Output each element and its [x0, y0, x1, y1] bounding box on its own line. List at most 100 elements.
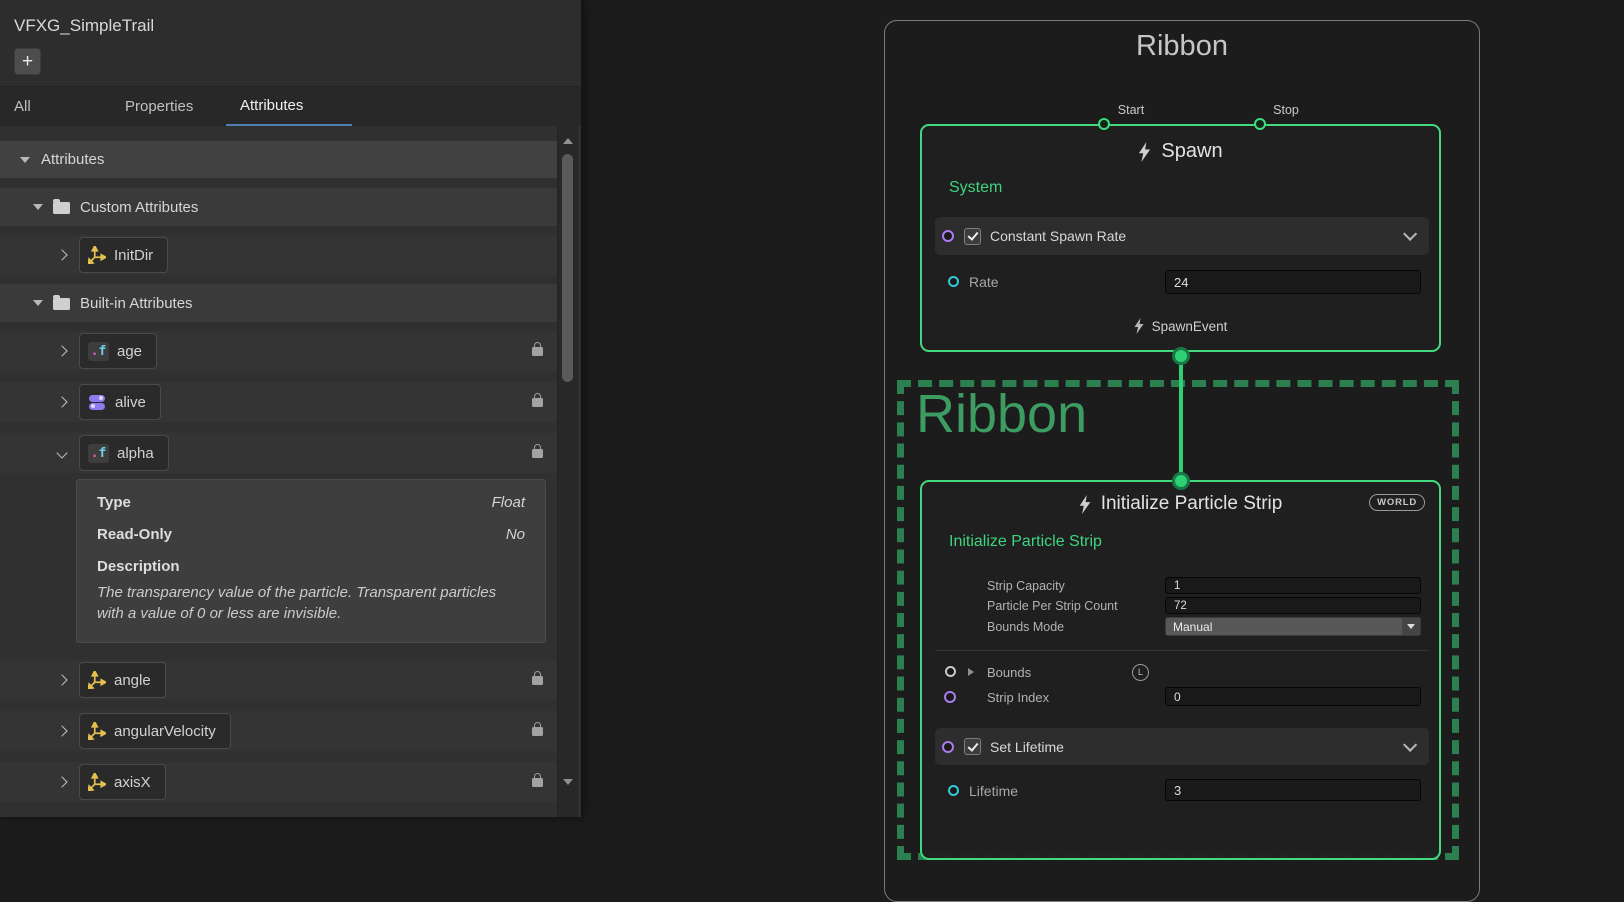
chevron-right-icon[interactable]: [56, 249, 67, 260]
flow-edge[interactable]: [1179, 354, 1183, 482]
block-enabled-checkbox[interactable]: [964, 738, 981, 755]
detail-description-text: The transparency value of the particle. …: [97, 582, 525, 625]
attribute-pill[interactable]: axisX: [79, 764, 166, 800]
set-lifetime-block[interactable]: Set Lifetime: [935, 728, 1429, 765]
chevron-down-icon[interactable]: [1403, 227, 1417, 241]
block-input-port[interactable]: [942, 741, 954, 753]
lightning-icon: [1134, 318, 1144, 334]
expander-right-icon[interactable]: [968, 668, 974, 676]
folder-custom-attributes[interactable]: Custom Attributes: [0, 188, 558, 226]
tab-attributes[interactable]: Attributes: [226, 87, 352, 126]
detail-readonly-label: Read-Only: [97, 526, 172, 543]
attribute-name: InitDir: [114, 247, 153, 264]
chevron-down-icon[interactable]: [1403, 737, 1417, 751]
strip-index-value: 0: [1174, 690, 1181, 704]
tree-scrollbar[interactable]: [557, 126, 578, 817]
lifetime-label: Lifetime: [969, 783, 1018, 799]
folder-icon: [53, 298, 70, 310]
strip-capacity-value: 1: [1174, 580, 1180, 592]
vector3-type-icon: [88, 773, 106, 791]
strip-capacity-field[interactable]: 1: [1165, 577, 1421, 594]
folder-builtin-attributes[interactable]: Built-in Attributes: [0, 284, 558, 322]
stop-flow-port[interactable]: [1254, 118, 1266, 130]
chevron-right-icon[interactable]: [56, 345, 67, 356]
detail-readonly-value: No: [506, 526, 525, 543]
spawn-output-port[interactable]: [1172, 347, 1190, 365]
spawn-context-node[interactable]: Start Stop Spawn System Constant Spawn R…: [920, 124, 1441, 352]
attribute-name: angularVelocity: [114, 723, 216, 740]
foldout-down-icon[interactable]: [33, 204, 43, 210]
attribute-row-initdir[interactable]: InitDir: [0, 235, 558, 275]
bounds-mode-dropdown[interactable]: Manual: [1165, 617, 1421, 636]
scrollbar-thumb[interactable]: [562, 154, 573, 382]
world-space-badge[interactable]: WORLD: [1369, 494, 1425, 511]
lifetime-value-field[interactable]: 3: [1165, 779, 1421, 801]
start-flow-port[interactable]: [1098, 118, 1110, 130]
detail-type-label: Type: [97, 494, 131, 511]
add-attribute-button[interactable]: +: [14, 48, 41, 75]
block-label: Constant Spawn Rate: [990, 228, 1126, 244]
attribute-row-angularvelocity[interactable]: angularVelocity: [0, 711, 558, 751]
attribute-name: age: [117, 343, 142, 360]
strip-index-field[interactable]: 0: [1165, 687, 1421, 706]
detail-description-label: Description: [97, 558, 525, 575]
bounds-input-port[interactable]: [945, 666, 956, 677]
tab-all[interactable]: All: [0, 87, 113, 126]
lock-icon: [532, 449, 543, 458]
attribute-pill[interactable]: .f alpha: [79, 435, 169, 471]
system-context-label: System: [949, 179, 1002, 197]
chevron-right-icon[interactable]: [56, 776, 67, 787]
attribute-pill[interactable]: angularVelocity: [79, 713, 231, 749]
chevron-right-icon[interactable]: [56, 396, 67, 407]
particle-per-strip-label: Particle Per Strip Count: [987, 599, 1118, 613]
folder-label: Custom Attributes: [80, 199, 198, 216]
lifetime-input-port[interactable]: [948, 785, 959, 796]
chevron-right-icon[interactable]: [56, 725, 67, 736]
attribute-row-axisx[interactable]: axisX: [0, 762, 558, 802]
vfx-graph-canvas[interactable]: Ribbon Ribbon Start Stop Spawn System Co…: [581, 0, 1624, 846]
folder-label: Built-in Attributes: [80, 295, 193, 312]
attribute-pill[interactable]: InitDir: [79, 237, 168, 273]
foldout-down-icon[interactable]: [20, 157, 30, 163]
lock-icon: [532, 398, 543, 407]
initialize-particle-strip-node[interactable]: Initialize Particle Strip WORLD Initiali…: [920, 480, 1441, 860]
particle-per-strip-field[interactable]: 72: [1165, 597, 1421, 614]
local-space-badge[interactable]: L: [1132, 664, 1149, 681]
stop-port-label: Stop: [1246, 103, 1326, 117]
attribute-name: alpha: [117, 445, 154, 462]
lock-icon: [532, 347, 543, 356]
attribute-name: alive: [115, 394, 146, 411]
attribute-row-alive[interactable]: alive: [0, 382, 558, 422]
attribute-details-panel: Type Float Read-Only No Description The …: [76, 479, 546, 643]
initialize-input-port[interactable]: [1172, 472, 1190, 490]
rate-value: 24: [1174, 275, 1188, 290]
bounds-label: Bounds: [987, 665, 1031, 680]
particle-per-strip-value: 72: [1174, 600, 1187, 612]
float-type-icon: .f: [88, 444, 109, 463]
attribute-name: angle: [114, 672, 151, 689]
divider: [935, 650, 1429, 651]
scroll-down-icon[interactable]: [563, 779, 573, 785]
rate-value-field[interactable]: 24: [1165, 270, 1421, 294]
attribute-row-age[interactable]: .f age: [0, 331, 558, 371]
strip-index-input-port[interactable]: [944, 691, 956, 703]
attribute-row-angle[interactable]: angle: [0, 660, 558, 700]
attribute-pill[interactable]: alive: [79, 384, 161, 420]
blackboard-title: VFXG_SimpleTrail: [14, 16, 154, 36]
chevron-down-icon[interactable]: [56, 447, 67, 458]
scroll-up-icon[interactable]: [563, 138, 573, 144]
tab-properties[interactable]: Properties: [113, 87, 226, 126]
block-input-port[interactable]: [942, 230, 954, 242]
chevron-right-icon[interactable]: [56, 674, 67, 685]
block-label: Set Lifetime: [990, 739, 1064, 755]
block-enabled-checkbox[interactable]: [964, 228, 981, 245]
float-type-icon: .f: [88, 342, 109, 361]
foldout-down-icon[interactable]: [33, 300, 43, 306]
attribute-pill[interactable]: angle: [79, 662, 166, 698]
tree-root-attributes[interactable]: Attributes: [0, 141, 558, 178]
group-node-label: Ribbon: [916, 383, 1087, 445]
rate-input-port[interactable]: [948, 276, 959, 287]
attribute-row-alpha[interactable]: .f alpha: [0, 433, 558, 473]
constant-spawn-rate-block[interactable]: Constant Spawn Rate: [935, 217, 1429, 255]
attribute-pill[interactable]: .f age: [79, 333, 157, 369]
